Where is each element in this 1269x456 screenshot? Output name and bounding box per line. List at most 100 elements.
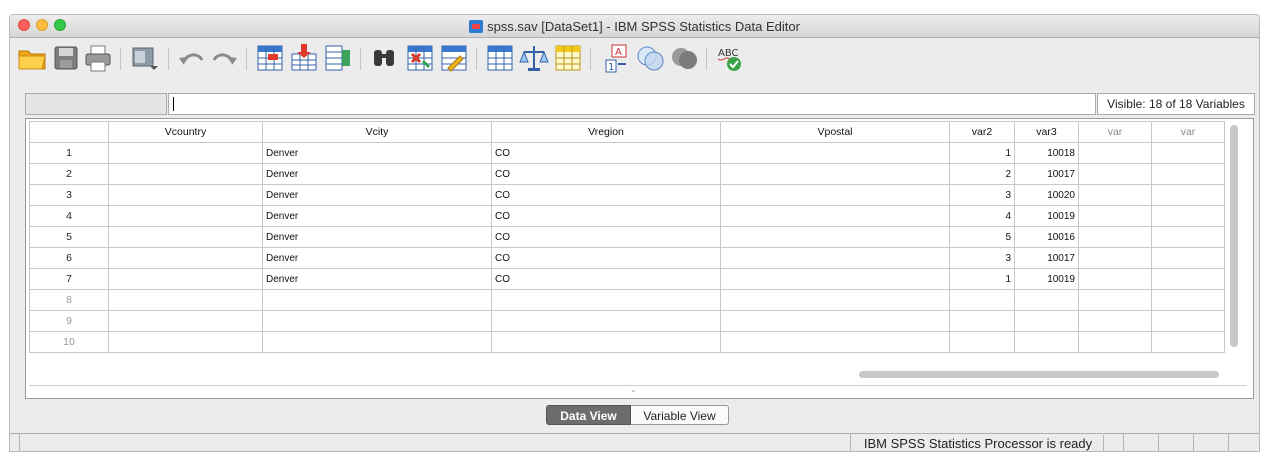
data-cell-vcity[interactable]: Denver xyxy=(262,142,492,164)
row-number-cell[interactable]: 4 xyxy=(29,205,109,227)
data-cell-empty-var[interactable] xyxy=(1078,268,1152,290)
data-cell-var2[interactable] xyxy=(949,310,1015,332)
data-cell-var2[interactable]: 4 xyxy=(949,205,1015,227)
cell-value-input[interactable] xyxy=(168,93,1096,115)
cell-name-box[interactable] xyxy=(25,93,167,115)
data-cell-vpostal[interactable] xyxy=(720,247,950,269)
column-header-vregion[interactable]: Vregion xyxy=(491,121,721,143)
title-bar[interactable]: spss.sav [DataSet1] - IBM SPSS Statistic… xyxy=(10,15,1259,38)
data-cell-vcity[interactable] xyxy=(262,331,492,353)
data-cell-vregion[interactable]: CO xyxy=(491,205,721,227)
data-cell-empty-var[interactable] xyxy=(1151,247,1225,269)
data-cell-vcity[interactable]: Denver xyxy=(262,163,492,185)
show-all-variables-icon[interactable] xyxy=(668,42,700,74)
data-cell-vcountry[interactable] xyxy=(108,247,263,269)
data-cell-var2[interactable]: 1 xyxy=(949,142,1015,164)
column-header-var2[interactable]: var2 xyxy=(949,121,1015,143)
row-number-cell[interactable]: 7 xyxy=(29,268,109,290)
data-cell-vpostal[interactable] xyxy=(720,142,950,164)
row-number-cell[interactable]: 8 xyxy=(29,289,109,311)
data-cell-vcity[interactable] xyxy=(262,289,492,311)
column-header-vcountry[interactable]: Vcountry xyxy=(108,121,263,143)
tab-data-view[interactable]: Data View xyxy=(546,405,631,425)
data-cell-vpostal[interactable] xyxy=(720,205,950,227)
pane-resize-handle[interactable]: ⌃ xyxy=(630,389,637,398)
data-cell-vcity[interactable] xyxy=(262,310,492,332)
row-number-cell[interactable]: 2 xyxy=(29,163,109,185)
goto-variable-icon[interactable] xyxy=(288,42,320,74)
data-cell-vregion[interactable]: CO xyxy=(491,247,721,269)
use-sets-icon[interactable] xyxy=(634,42,666,74)
data-cell-empty-var[interactable] xyxy=(1151,310,1225,332)
data-cell-empty-var[interactable] xyxy=(1078,163,1152,185)
data-cell-empty-var[interactable] xyxy=(1078,289,1152,311)
data-cell-empty-var[interactable] xyxy=(1078,310,1152,332)
data-cell-empty-var[interactable] xyxy=(1151,142,1225,164)
data-cell-vcity[interactable]: Denver xyxy=(262,226,492,248)
data-cell-vcountry[interactable] xyxy=(108,331,263,353)
data-cell-var3[interactable]: 10019 xyxy=(1014,268,1079,290)
select-cases-icon[interactable] xyxy=(552,42,584,74)
data-cell-var2[interactable]: 3 xyxy=(949,247,1015,269)
data-cell-empty-var[interactable] xyxy=(1078,205,1152,227)
dialog-recall-icon[interactable] xyxy=(128,42,160,74)
data-cell-vregion[interactable]: CO xyxy=(491,163,721,185)
data-cell-var2[interactable]: 3 xyxy=(949,184,1015,206)
data-cell-var3[interactable]: 10020 xyxy=(1014,184,1079,206)
data-cell-empty-var[interactable] xyxy=(1151,268,1225,290)
data-cell-vregion[interactable] xyxy=(491,331,721,353)
data-cell-vpostal[interactable] xyxy=(720,184,950,206)
goto-case-icon[interactable] xyxy=(254,42,286,74)
data-cell-vpostal[interactable] xyxy=(720,163,950,185)
tab-variable-view[interactable]: Variable View xyxy=(631,405,729,425)
column-header-vcity[interactable]: Vcity xyxy=(262,121,492,143)
redo-icon[interactable] xyxy=(208,42,240,74)
data-cell-empty-var[interactable] xyxy=(1151,289,1225,311)
data-cell-var3[interactable]: 10017 xyxy=(1014,247,1079,269)
data-cell-var3[interactable]: 10017 xyxy=(1014,163,1079,185)
column-header-var3[interactable]: var3 xyxy=(1014,121,1079,143)
data-cell-empty-var[interactable] xyxy=(1078,184,1152,206)
data-cell-var2[interactable] xyxy=(949,289,1015,311)
row-number-cell[interactable]: 10 xyxy=(29,331,109,353)
data-cell-empty-var[interactable] xyxy=(1151,205,1225,227)
spell-check-icon[interactable]: ABC xyxy=(714,42,746,74)
data-cell-var3[interactable] xyxy=(1014,289,1079,311)
value-labels-icon[interactable]: A 1 xyxy=(600,42,632,74)
row-number-cell[interactable]: 3 xyxy=(29,184,109,206)
row-number-cell[interactable]: 5 xyxy=(29,226,109,248)
insert-variable-icon[interactable] xyxy=(438,42,470,74)
undo-icon[interactable] xyxy=(176,42,208,74)
data-cell-vcountry[interactable] xyxy=(108,205,263,227)
data-cell-vpostal[interactable] xyxy=(720,226,950,248)
data-cell-empty-var[interactable] xyxy=(1078,247,1152,269)
data-cell-vcountry[interactable] xyxy=(108,184,263,206)
data-cell-vcity[interactable]: Denver xyxy=(262,184,492,206)
data-cell-var2[interactable]: 5 xyxy=(949,226,1015,248)
data-cell-empty-var[interactable] xyxy=(1151,226,1225,248)
weight-cases-icon[interactable] xyxy=(518,42,550,74)
vertical-scrollbar[interactable] xyxy=(1230,125,1238,347)
open-folder-icon[interactable] xyxy=(16,42,48,74)
data-cell-vcity[interactable]: Denver xyxy=(262,205,492,227)
column-header-empty-var[interactable]: var xyxy=(1078,121,1152,143)
data-cell-empty-var[interactable] xyxy=(1151,163,1225,185)
data-cell-empty-var[interactable] xyxy=(1078,142,1152,164)
find-icon[interactable] xyxy=(368,42,400,74)
data-cell-vcountry[interactable] xyxy=(108,142,263,164)
data-cell-vregion[interactable]: CO xyxy=(491,226,721,248)
data-cell-vregion[interactable] xyxy=(491,310,721,332)
data-cell-var2[interactable] xyxy=(949,331,1015,353)
data-cell-vcountry[interactable] xyxy=(108,289,263,311)
data-cell-vregion[interactable]: CO xyxy=(491,184,721,206)
print-icon[interactable] xyxy=(82,42,114,74)
data-cell-empty-var[interactable] xyxy=(1151,331,1225,353)
data-cell-vpostal[interactable] xyxy=(720,268,950,290)
data-cell-var2[interactable]: 2 xyxy=(949,163,1015,185)
data-cell-empty-var[interactable] xyxy=(1078,226,1152,248)
data-cell-var3[interactable]: 10019 xyxy=(1014,205,1079,227)
insert-cases-icon[interactable] xyxy=(404,42,436,74)
data-cell-empty-var[interactable] xyxy=(1078,331,1152,353)
data-cell-var3[interactable]: 10018 xyxy=(1014,142,1079,164)
data-cell-vcountry[interactable] xyxy=(108,226,263,248)
